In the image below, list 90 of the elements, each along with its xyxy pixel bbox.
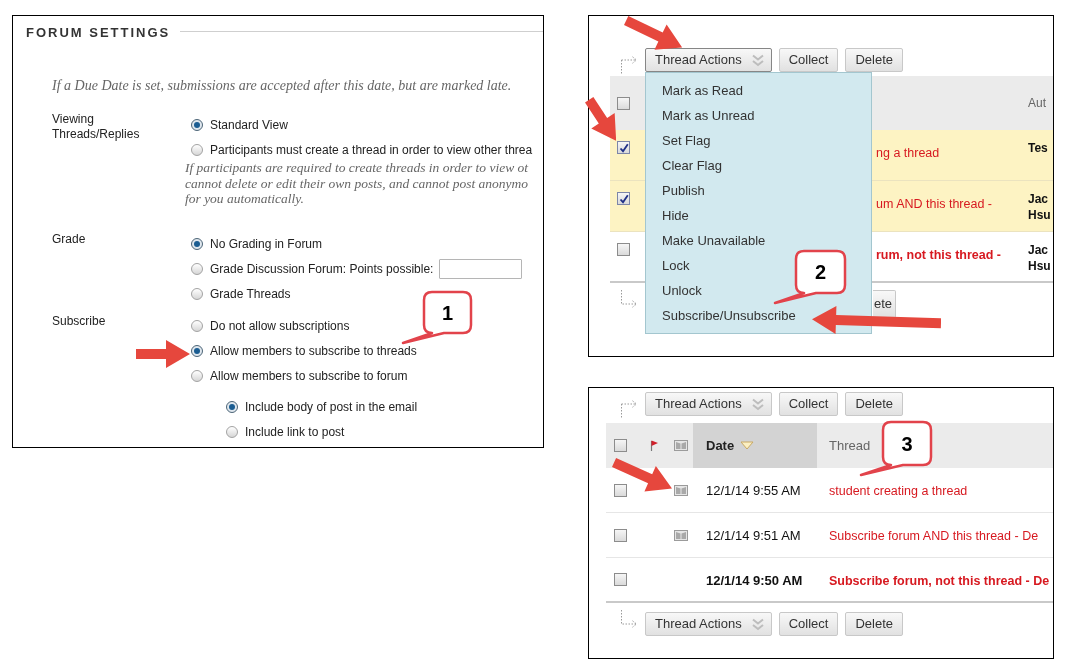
dotted-arrow-icon (620, 56, 638, 74)
author-name: Tes (1028, 140, 1048, 156)
double-chevron-icon (750, 617, 765, 631)
toolbar-button[interactable]: Collect (778, 392, 839, 416)
menu-item[interactable]: Make Unavailable (662, 228, 766, 253)
points-field[interactable] (439, 259, 523, 279)
arrow-icon (623, 16, 682, 51)
toolbar-button[interactable]: Delete (845, 48, 904, 72)
help-text: If participants are required to create threads in order to view ot cannot delete or edit their own posts, and cannot post anonymo for you automatically. (185, 160, 529, 207)
field-label: Subscribe (52, 313, 106, 329)
section-title: FORUM SETTINGS (26, 25, 171, 41)
option-label: Standard View (210, 116, 288, 134)
radio-button[interactable] (191, 370, 203, 382)
toolbar-button[interactable]: Delete (845, 612, 904, 636)
due-date-note: If a Due Date is set, submissions are accepted after this date, but are marked late. (52, 77, 512, 95)
radio-button[interactable] (191, 143, 203, 156)
book-icon (674, 529, 688, 541)
option-label: No Grading in Forum (210, 236, 323, 253)
radio-button[interactable] (191, 345, 203, 357)
checkbox[interactable] (617, 243, 630, 256)
thread-link[interactable]: rum, not this thread - (876, 248, 1001, 262)
arrow-icon (611, 458, 672, 492)
book-icon (674, 484, 688, 496)
option-label: Grade Discussion Forum: Points possible: (210, 261, 434, 278)
dotted-arrow-icon (620, 610, 638, 628)
menu-item[interactable]: Lock (662, 253, 690, 278)
sort-down-icon (740, 441, 755, 450)
option-label: Include link to post (245, 424, 345, 441)
date-text: 12/1/14 9:50 AM (706, 572, 803, 588)
option-label: Allow members to subscribe to forum (210, 368, 408, 385)
radio-button[interactable] (226, 426, 238, 438)
checkbox[interactable] (617, 96, 630, 110)
option-label: Grade Threads (210, 286, 291, 303)
author-name: Jac Hsu (1028, 191, 1051, 223)
callout-number: 2 (814, 262, 827, 282)
radio-button[interactable] (191, 263, 203, 275)
checkbox[interactable] (614, 439, 627, 452)
field-label: Viewing Threads/Replies (52, 112, 141, 142)
menu-item[interactable]: Hide (662, 203, 689, 228)
callout-bubble (401, 290, 473, 345)
option-label: Allow members to subscribe to threads (210, 343, 417, 360)
callout-number: 3 (901, 433, 913, 454)
menu-item[interactable]: Clear Flag (662, 153, 722, 178)
radio-button[interactable] (226, 401, 238, 413)
radio-button[interactable] (191, 320, 203, 332)
dropdown-button[interactable]: Thread Actions (645, 392, 772, 416)
column-header[interactable]: Aut (1028, 94, 1046, 112)
thread-link[interactable]: Subscribe forum AND this thread - De (829, 529, 1039, 543)
thread-link[interactable]: Subscribe forum, not this thread - De (829, 573, 1050, 588)
dropdown-button[interactable]: Thread Actions (645, 612, 772, 636)
double-chevron-icon (750, 53, 765, 67)
menu-item[interactable]: Mark as Read (662, 78, 743, 103)
author-name: Jac Hsu (1028, 242, 1051, 274)
arrow-icon (136, 340, 190, 368)
menu-item[interactable]: Set Flag (662, 128, 711, 153)
menu-item[interactable]: Mark as Unread (662, 103, 755, 128)
thread-link[interactable]: ng a thread (876, 146, 940, 160)
option-label: Do not allow subscriptions (210, 318, 350, 335)
date-text: 12/1/14 9:55 AM (706, 483, 801, 498)
callout-number: 1 (441, 302, 454, 323)
toolbar-button[interactable]: Collect (778, 612, 839, 636)
toolbar-button[interactable]: Collect (778, 48, 839, 72)
checkbox[interactable] (614, 573, 627, 586)
radio-button[interactable] (191, 118, 203, 131)
field-label: Grade (52, 231, 86, 247)
option-label: Include body of post in the email (245, 399, 418, 416)
dotted-arrow-icon (620, 400, 638, 418)
menu-item[interactable]: Publish (662, 178, 705, 203)
checkbox[interactable] (614, 528, 627, 542)
column-header[interactable]: Date (693, 423, 817, 468)
double-chevron-icon (750, 397, 765, 411)
checkbox[interactable] (614, 483, 627, 497)
checkbox[interactable] (617, 141, 630, 154)
thread-link[interactable]: student creating a thread (829, 484, 968, 498)
toolbar-button[interactable]: ete (873, 290, 897, 318)
column-header[interactable]: Thread (829, 435, 871, 456)
checkbox[interactable] (617, 192, 630, 205)
menu-item[interactable]: Subscribe/Unsubscribe (662, 303, 796, 328)
date-text: 12/1/14 9:51 AM (706, 528, 801, 543)
thread-link[interactable]: um AND this thread - (876, 197, 992, 211)
book-icon (674, 440, 688, 451)
menu-item[interactable]: Unlock (662, 278, 702, 303)
option-label: Participants must create a thread in order to view other threa (210, 141, 533, 159)
dotted-arrow-icon (620, 290, 638, 308)
arrow-icon (584, 97, 616, 141)
flag-icon (650, 440, 658, 451)
dropdown-button[interactable]: Thread Actions (645, 48, 772, 72)
radio-button[interactable] (191, 238, 203, 250)
toolbar-button[interactable]: Delete (845, 392, 904, 416)
radio-button[interactable] (191, 288, 203, 300)
